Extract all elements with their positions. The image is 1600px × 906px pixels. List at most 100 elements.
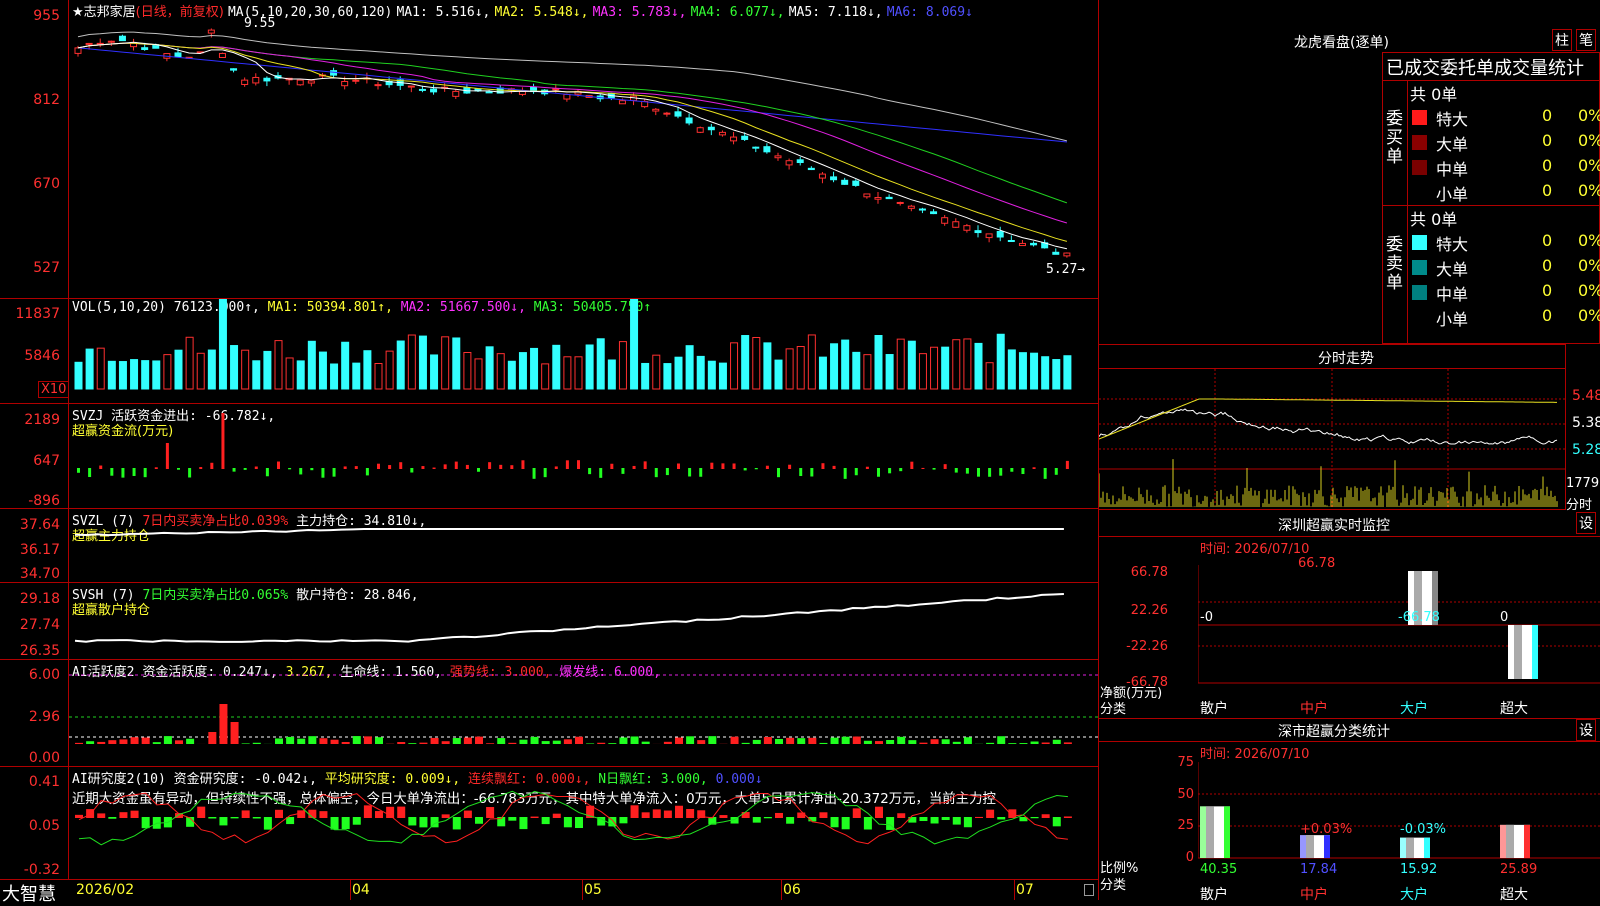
volume-bar	[608, 360, 615, 389]
fenshi-vol-max: 1779	[1566, 476, 1599, 491]
date-2: 05	[584, 882, 602, 898]
research-bar	[853, 808, 861, 818]
sell-name-0: 特大	[1436, 231, 1468, 255]
activity-bar	[786, 738, 794, 744]
fund-flow-bar	[566, 460, 569, 469]
volume-bar	[675, 357, 682, 389]
candle-body	[342, 81, 348, 85]
candle-body	[231, 69, 237, 70]
fund-flow-bar	[833, 466, 836, 469]
fund-flow-bar	[688, 468, 691, 476]
volume-bar	[808, 335, 815, 389]
monitor-settings-button[interactable]: 设	[1576, 512, 1596, 534]
svsh-tick-0: 29.18	[0, 591, 60, 607]
buy-count-0: 0	[1542, 106, 1552, 125]
monitor-cat-1: 中户	[1300, 698, 1328, 718]
activity-bar	[631, 736, 639, 744]
volume-bar	[142, 361, 149, 389]
activity-bar	[608, 743, 616, 744]
cls-title: 深市超赢分类统计	[1278, 721, 1390, 741]
monitor-bar-shade	[1514, 625, 1522, 679]
candle-body	[419, 89, 425, 90]
sell-pct-2: 0%	[1578, 281, 1600, 300]
fund-flow-bar	[933, 468, 936, 470]
cls-cat-0: 散户	[1200, 884, 1228, 904]
buy-name-1: 大单	[1436, 131, 1468, 155]
activity-bar	[142, 738, 150, 744]
volume-bar	[686, 346, 693, 389]
tick-mode-button[interactable]: 笔	[1576, 29, 1596, 51]
activity-bar	[531, 737, 539, 744]
bar-mode-button[interactable]: 柱	[1552, 29, 1572, 51]
research-bar	[819, 812, 827, 818]
date-0: 2026/02	[76, 882, 134, 898]
buy-swatch-1	[1412, 135, 1427, 150]
research-bar	[508, 817, 516, 821]
fund-flow-bar	[310, 468, 313, 470]
volume-bar	[186, 337, 193, 389]
research-bar	[553, 814, 561, 818]
research-bar	[342, 817, 350, 829]
candle-body	[975, 231, 981, 233]
volume-bar	[731, 343, 738, 389]
research-bar	[386, 807, 394, 818]
volume-bar	[797, 347, 804, 389]
activity-bar	[364, 736, 372, 744]
lock-icon[interactable]	[1084, 884, 1094, 896]
fund-flow-bar	[110, 468, 113, 476]
cls-bar-tint	[1400, 838, 1406, 858]
research-bar	[231, 817, 239, 818]
cls-settings-button[interactable]: 设	[1576, 719, 1596, 741]
fund-flow-bar	[521, 460, 524, 469]
volume-bar	[275, 341, 282, 389]
cls-bar-edge	[1224, 806, 1230, 858]
cls-bar-tint	[1500, 825, 1506, 858]
fund-flow-bar	[277, 462, 280, 469]
monitor-chart	[1198, 565, 1600, 685]
fund-flow-bar	[144, 468, 147, 477]
volume-bar	[353, 363, 360, 389]
candle-body	[253, 77, 259, 82]
activity-bar	[731, 737, 739, 744]
candle-body	[942, 218, 948, 224]
fund-flow-bar	[977, 468, 980, 477]
research-bar	[1031, 817, 1039, 818]
cls-sep	[1098, 741, 1600, 742]
fund-flow-bar	[366, 468, 369, 475]
activity-bar	[675, 738, 683, 744]
candle-body	[86, 43, 92, 44]
fund-flow-bar	[210, 463, 213, 469]
research-bar	[419, 817, 427, 827]
candle-body	[308, 81, 314, 83]
volume-chart	[69, 299, 1098, 403]
cls-chart	[1198, 762, 1600, 860]
sell-swatch-3	[1412, 310, 1427, 325]
candlestick-chart[interactable]	[69, 0, 1098, 298]
svsh-tick-2: 26.35	[0, 643, 60, 659]
research-bar	[875, 807, 883, 818]
activity-bar	[542, 741, 550, 744]
volume-bar	[897, 339, 904, 389]
sell-count-1: 0	[1542, 256, 1552, 275]
candle-body	[897, 202, 903, 203]
volume-bar	[875, 336, 882, 389]
volume-bar	[997, 334, 1004, 389]
volume-bar	[131, 360, 138, 389]
fund-flow-bar	[377, 464, 380, 469]
volume-bar	[864, 355, 871, 389]
research-bar	[619, 817, 627, 823]
activity-bar	[242, 743, 250, 744]
monitor-tick-1: 22.26	[1100, 603, 1168, 618]
activity-bar	[1019, 743, 1027, 744]
volume-bar	[297, 361, 304, 389]
volume-bar	[497, 354, 504, 389]
sell-order-label: 委卖单	[1386, 236, 1404, 293]
fund-flow-bar	[510, 465, 513, 469]
fund-flow-bar	[199, 467, 202, 469]
fund-flow-bar	[733, 463, 736, 469]
fund-flow-bar	[488, 462, 491, 469]
candle-body	[797, 160, 803, 163]
activity-bar	[808, 738, 816, 744]
date-4: 07	[1016, 882, 1034, 898]
activity-bar	[697, 740, 705, 744]
